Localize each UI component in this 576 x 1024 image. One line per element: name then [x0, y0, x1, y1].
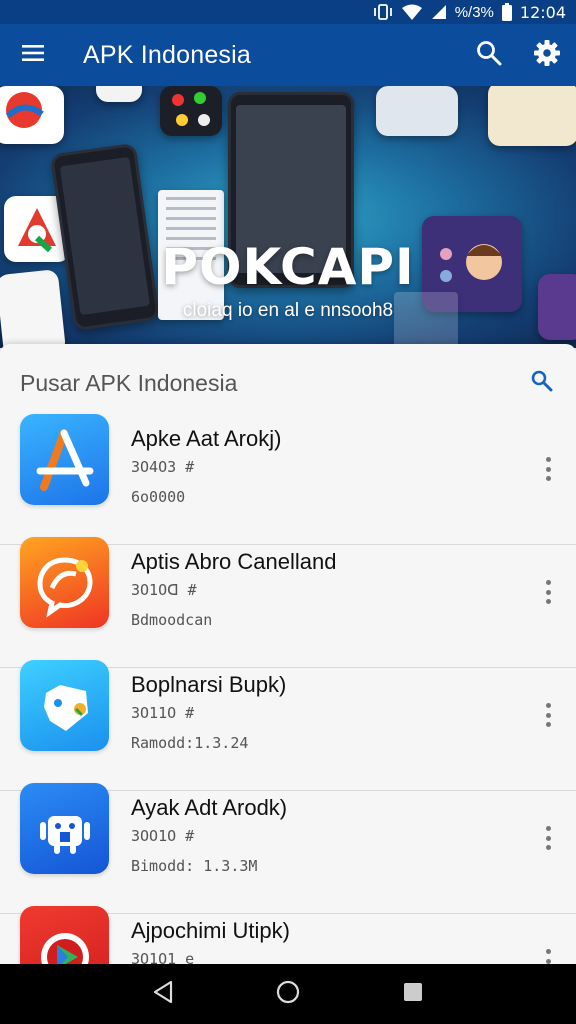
app-list-item[interactable]: Ayak Adt Arodk) 3OO1O # Bimodd: 1.3.3M — [0, 783, 576, 914]
more-vert-icon — [545, 949, 551, 954]
banner-subtitle: cloiaq io en al e nnsooh8 — [182, 300, 394, 321]
more-options-button[interactable] — [536, 700, 560, 730]
status-bar: %/3% 12:04 — [0, 0, 576, 24]
app-size: Ramodd:1.3.24 — [131, 734, 249, 752]
app-size: Bdmoodcan — [131, 611, 213, 629]
more-vert-icon — [545, 457, 551, 462]
content-card: Pusar APK Indonesia Apke Aat Arokj) 3O4O… — [0, 344, 576, 997]
app-name: Aptis Abro Canelland — [131, 549, 337, 574]
search-icon — [530, 369, 554, 398]
section-search-button[interactable] — [524, 365, 560, 401]
search-button[interactable] — [460, 24, 518, 86]
banner-app-tile — [96, 86, 142, 102]
app-info: Ajpochimi Utipk) 3O1O1 e — [131, 914, 576, 968]
app-size: 6o0000 — [131, 488, 186, 506]
more-vert-icon — [545, 826, 551, 831]
app-name: Boplnarsi Bupk) — [131, 672, 287, 697]
home-button[interactable] — [258, 964, 318, 1024]
back-button[interactable] — [133, 964, 193, 1024]
menu-icon — [22, 44, 44, 67]
more-options-button[interactable] — [536, 823, 560, 853]
battery-percent: %/3% — [454, 3, 494, 21]
app-list-item[interactable]: Boplnarsi Bupk) 3O11O # Ramodd:1.3.24 — [0, 660, 576, 791]
screen: %/3% 12:04 APK Indonesia POKCAPI cloiaq … — [0, 0, 576, 1024]
app-list: Apke Aat Arokj) 3O4O3 # 6o0000 Aptis Abr… — [0, 414, 576, 1024]
banner-app-tile — [376, 86, 458, 136]
app-name: Ayak Adt Arodk) — [131, 795, 288, 820]
recents-icon — [402, 981, 424, 1008]
banner-app-tile — [488, 86, 576, 146]
banner-title: POKCAPI — [161, 238, 415, 296]
more-vert-icon — [545, 703, 551, 708]
app-store-icon — [20, 414, 109, 505]
app-version: 3OO1O # — [131, 827, 195, 845]
section-header: Pusar APK Indonesia — [0, 344, 576, 422]
signal-icon — [431, 4, 447, 20]
app-version: 3O11O # — [131, 704, 195, 722]
vibrate-icon — [373, 4, 393, 20]
clock: 12:04 — [519, 2, 566, 22]
app-info: Aptis Abro Canelland 3O1Oᗡ # Bdmoodcan — [131, 545, 576, 629]
app-version: 3O1Oᗡ # — [131, 581, 197, 599]
promo-banner[interactable]: POKCAPI cloiaq io en al e nnsooh8 — [0, 86, 576, 348]
app-title: APK Indonesia — [83, 40, 251, 69]
section-title: Pusar APK Indonesia — [20, 369, 238, 396]
more-vert-icon — [545, 580, 551, 585]
app-name: Ajpochimi Utipk) — [131, 918, 290, 943]
battery-icon — [501, 3, 512, 21]
gear-icon — [533, 39, 561, 72]
app-bar: APK Indonesia — [0, 24, 576, 86]
app-list-item[interactable]: Apke Aat Arokj) 3O4O3 # 6o0000 — [0, 414, 576, 545]
app-version: 3O4O3 # — [131, 458, 195, 476]
back-icon — [152, 980, 174, 1009]
app-size: Bimodd: 1.3.3M — [131, 857, 258, 875]
menu-button[interactable] — [0, 24, 66, 86]
app-name: Apke Aat Arokj) — [131, 426, 282, 451]
search-icon — [476, 40, 502, 71]
app-info: Apke Aat Arokj) 3O4O3 # 6o0000 — [131, 422, 576, 506]
banner-app-tile — [160, 86, 222, 136]
more-options-button[interactable] — [536, 577, 560, 607]
recents-button[interactable] — [383, 964, 443, 1024]
home-icon — [275, 979, 301, 1010]
mask-icon — [20, 660, 109, 751]
system-nav-bar — [0, 964, 576, 1024]
app-info: Boplnarsi Bupk) 3O11O # Ramodd:1.3.24 — [131, 668, 576, 752]
android-icon — [20, 783, 109, 874]
banner-app-tile — [0, 86, 64, 144]
settings-button[interactable] — [518, 24, 576, 86]
app-list-item[interactable]: Aptis Abro Canelland 3O1Oᗡ # Bdmoodcan — [0, 537, 576, 668]
app-info: Ayak Adt Arodk) 3OO1O # Bimodd: 1.3.3M — [131, 791, 576, 875]
wifi-icon — [401, 4, 423, 20]
more-options-button[interactable] — [536, 454, 560, 484]
chat-bubble-icon — [20, 537, 109, 628]
